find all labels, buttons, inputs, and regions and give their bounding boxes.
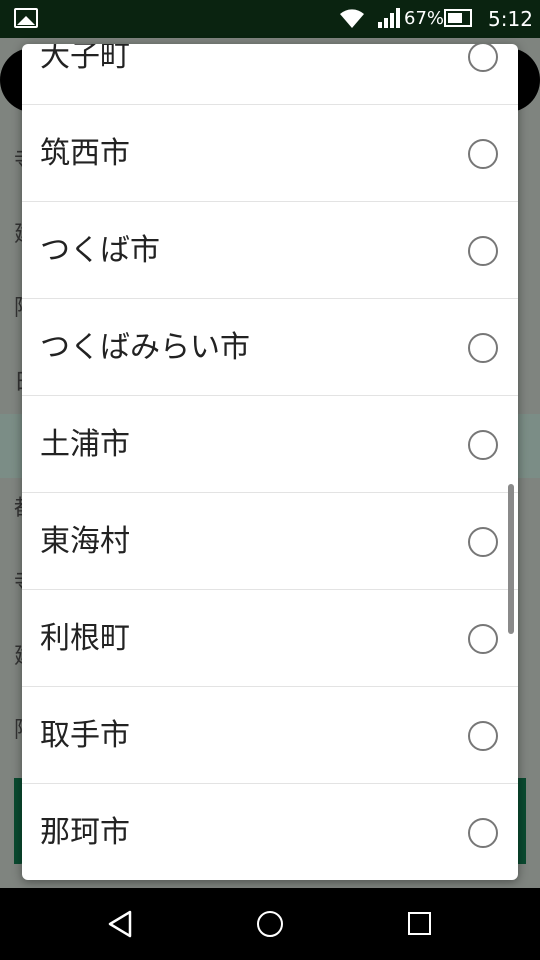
battery-percent: 67% — [404, 8, 445, 29]
clock: 5:12 — [488, 7, 533, 31]
gallery-icon — [14, 8, 38, 28]
status-bar: 67% 5:12 — [0, 0, 540, 38]
radio-button[interactable] — [468, 333, 498, 363]
radio-button[interactable] — [468, 721, 498, 751]
option-label: 大子町 — [40, 44, 130, 74]
radio-button[interactable] — [468, 430, 498, 460]
navigation-bar — [0, 888, 540, 960]
radio-button[interactable] — [468, 44, 498, 72]
option-label: 取手市 — [40, 718, 130, 753]
option-label: 東海村 — [40, 524, 130, 559]
option-label: つくば市 — [40, 233, 160, 268]
back-icon[interactable] — [106, 910, 134, 938]
list-item[interactable]: 大子町 — [22, 44, 518, 105]
list-item[interactable]: つくば市 — [22, 202, 518, 299]
city-select-dialog: 大子町 筑西市 つくば市 つくばみらい市 土浦市 東海村 利根町 取手市 那珂市 — [22, 44, 518, 880]
option-label: 利根町 — [40, 621, 130, 656]
option-label: 土浦市 — [40, 427, 130, 462]
list-item[interactable]: 筑西市 — [22, 105, 518, 202]
home-icon[interactable] — [257, 911, 283, 937]
radio-button[interactable] — [468, 236, 498, 266]
radio-button[interactable] — [468, 624, 498, 654]
radio-button[interactable] — [468, 818, 498, 848]
option-label: つくばみらい市 — [40, 330, 250, 365]
list-item[interactable]: 取手市 — [22, 687, 518, 784]
list-item[interactable]: 土浦市 — [22, 396, 518, 493]
radio-button[interactable] — [468, 527, 498, 557]
list-item[interactable]: 東海村 — [22, 493, 518, 590]
radio-button[interactable] — [468, 139, 498, 169]
option-label: 那珂市 — [40, 815, 130, 850]
list-item[interactable]: 那珂市 — [22, 784, 518, 880]
list-item[interactable]: つくばみらい市 — [22, 299, 518, 396]
recent-apps-icon[interactable] — [408, 912, 431, 935]
cellular-signal-icon — [378, 8, 400, 28]
scrollbar[interactable] — [508, 484, 514, 634]
wifi-icon — [340, 9, 364, 28]
list-item[interactable]: 利根町 — [22, 590, 518, 687]
battery-icon — [444, 9, 472, 27]
option-label: 筑西市 — [40, 136, 130, 171]
